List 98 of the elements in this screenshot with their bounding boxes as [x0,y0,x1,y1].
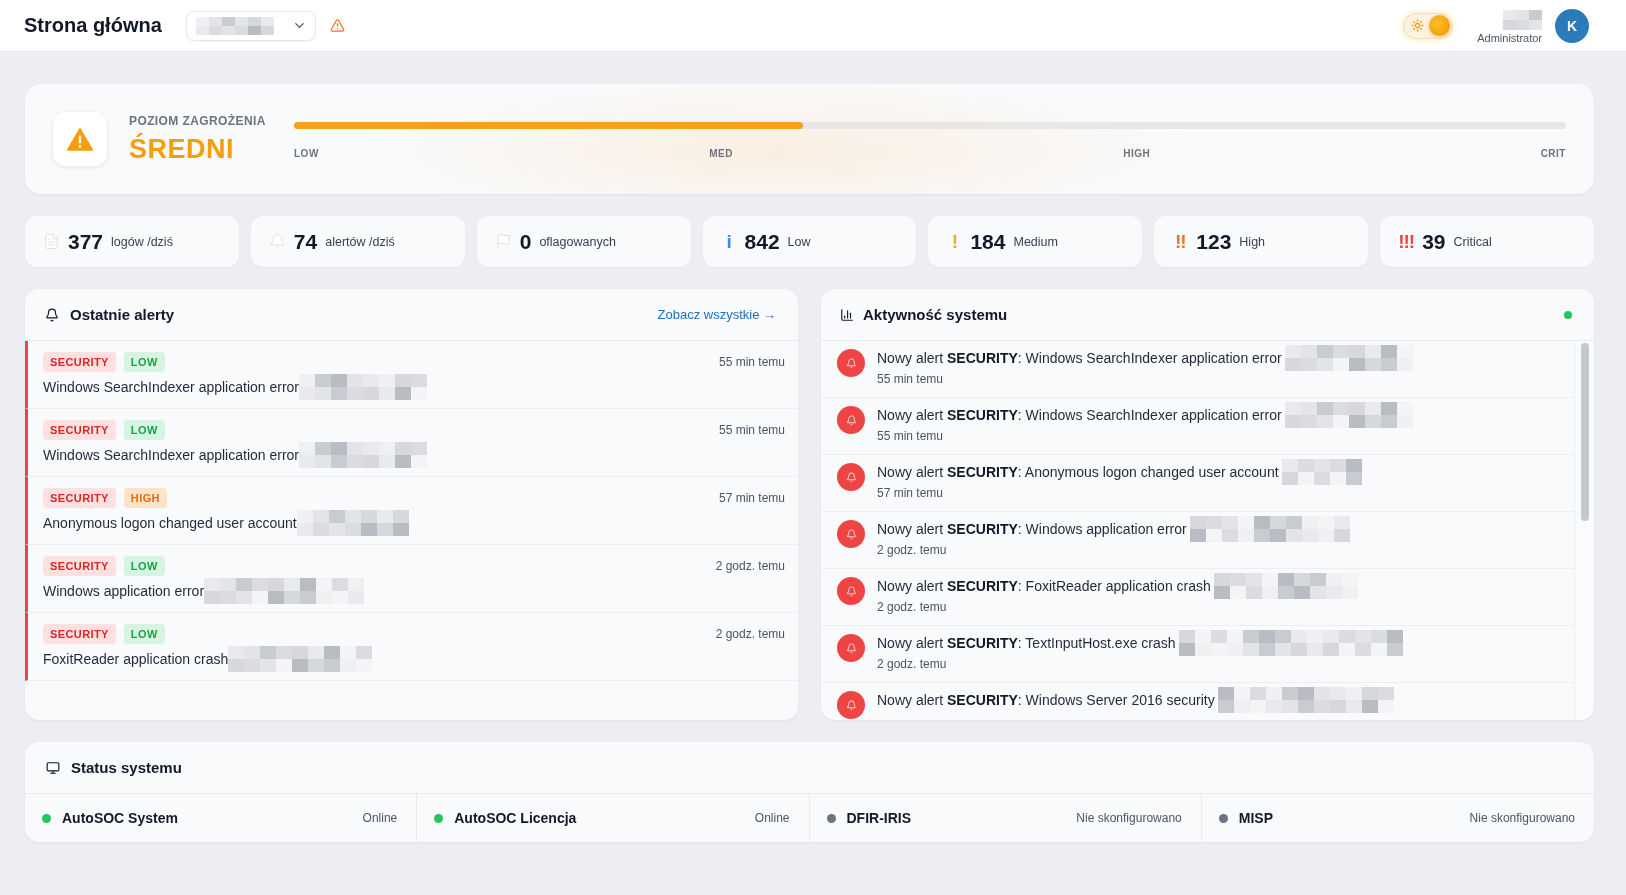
activity-message: Nowy alert SECURITY: TextInputHost.exe crash [877,635,1176,651]
document-icon [43,233,60,250]
panel-title: Ostatnie alerty [70,306,175,323]
stat-value: 842 [744,229,780,254]
alert-row[interactable]: SECURITY LOW 2 godz. temu FoxitReader application crash [25,613,798,681]
service-name: AutoSOC Licencja [454,810,577,826]
stat-label: oflagowanych [539,234,616,249]
severity-symbol: !! [1173,230,1187,253]
activity-message: Nowy alert SECURITY: FoxitReader application crash [877,578,1211,594]
severity-badge: HIGH [123,488,167,508]
bell-icon [837,406,865,434]
bell-icon [837,691,865,719]
scale-label: CRIT [1540,147,1566,159]
activity-time: 2 godz. temu [877,656,948,672]
bell-icon [837,349,865,377]
page-title: Strona główna [24,14,162,37]
stat-value: 0 [519,229,532,254]
stat-label: Low [787,234,811,249]
stat-label: Critical [1453,234,1492,249]
sun-icon [1411,19,1425,32]
stat-label: logów /dziś [111,234,173,249]
alert-row[interactable]: SECURITY LOW 55 min temu Windows SearchIndexer application error [25,341,798,409]
scale-label: HIGH [1123,147,1151,159]
activity-message: Nowy alert SECURITY: Windows application error [877,521,1187,537]
activity-message: Nowy alert SECURITY: Windows SearchIndexer application error [877,407,1282,423]
service-status: Online [362,811,398,825]
bar-chart-icon [840,307,854,322]
service-status: Online [754,811,790,825]
warning-icon [53,112,107,166]
severity-symbol: i [725,230,732,253]
bell-icon [837,463,865,491]
alert-time: 57 min temu [718,491,785,505]
alert-row[interactable]: SECURITY LOW 55 min temu Windows SearchIndexer application error [25,409,798,477]
alert-title: Windows SearchIndexer application error [43,379,299,395]
user-avatar[interactable]: K [1555,8,1589,43]
warning-icon [329,18,345,33]
threat-label: POZIOM ZAGROŻENIA [129,113,267,128]
bell-icon [837,634,865,662]
category-badge: SECURITY [43,352,116,372]
severity-badge: LOW [123,624,165,644]
service-status: Nie skonfigurowano [1076,811,1182,825]
alert-title: Anonymous logon changed user account [43,515,297,531]
alert-title: Windows application error [43,583,205,599]
activity-message: Nowy alert SECURITY: Windows Server 2016 security [877,692,1215,708]
monitor-icon [46,760,60,775]
stat-value: 377 [68,229,104,254]
stat-label: Medium [1013,234,1058,249]
alert-time: 55 min temu [718,355,785,369]
activity-time: 57 min temu [877,485,945,501]
panel-title: Aktywność systemu [863,306,1008,323]
stat-label: alertów /dziś [325,234,395,249]
stat-value: 123 [1196,229,1232,254]
scale-label: LOW [294,147,319,159]
severity-badge: LOW [123,556,165,576]
stat-value: 184 [970,229,1006,254]
threat-level-value: ŚREDNI [129,133,235,165]
category-badge: SECURITY [43,488,116,508]
scrollbar-track[interactable] [1574,341,1594,720]
scale-label: MED [709,147,733,159]
flag-icon [494,233,512,250]
severity-symbol: !!! [1398,230,1415,253]
activity-time: 2 godz. temu [877,542,948,558]
activity-message: Nowy alert SECURITY: Windows SearchIndexer application error [877,350,1282,366]
alert-time: 2 godz. temu [715,559,785,573]
severity-badge: LOW [123,352,165,372]
activity-time: 55 min temu [877,371,945,387]
activity-message: Nowy alert SECURITY: Anonymous logon changed user account [877,464,1279,480]
activity-time: 2 godz. temu [877,599,948,615]
workspace-dropdown[interactable] [185,10,316,41]
alert-time: 2 godz. temu [715,627,785,641]
bell-icon [268,233,286,250]
stat-value: 74 [293,229,318,254]
category-badge: SECURITY [43,624,116,644]
stat-value: 39 [1422,229,1446,254]
severity-symbol: ! [950,230,959,253]
stat-label: High [1239,234,1266,249]
service-name: MISP [1238,810,1273,826]
bell-icon [45,307,59,322]
activity-time: 55 min temu [877,428,945,444]
service-status: Nie skonfigurowano [1469,811,1575,825]
service-name: DFIR-IRIS [846,810,912,826]
service-name: AutoSOC System [62,810,178,826]
severity-badge: LOW [123,420,165,440]
panel-title: Status systemu [71,759,182,776]
alert-title: Windows SearchIndexer application error [43,447,299,463]
alert-title: FoxitReader application crash [43,651,229,667]
alert-row[interactable]: SECURITY LOW 2 godz. temu Windows application error [25,545,798,613]
scrollbar-thumb[interactable] [1581,343,1589,521]
category-badge: SECURITY [43,556,116,576]
bell-icon [837,520,865,548]
alert-time: 55 min temu [718,423,785,437]
view-all-link[interactable]: Zobacz wszystkie → [657,307,776,322]
alert-row[interactable]: SECURITY HIGH 57 min temu Anonymous logon changed user account [25,477,798,545]
theme-toggle[interactable] [1403,12,1454,39]
bell-icon [837,577,865,605]
user-role: Administrator [1477,31,1542,44]
category-badge: SECURITY [43,420,116,440]
toggle-knob [1429,15,1451,36]
